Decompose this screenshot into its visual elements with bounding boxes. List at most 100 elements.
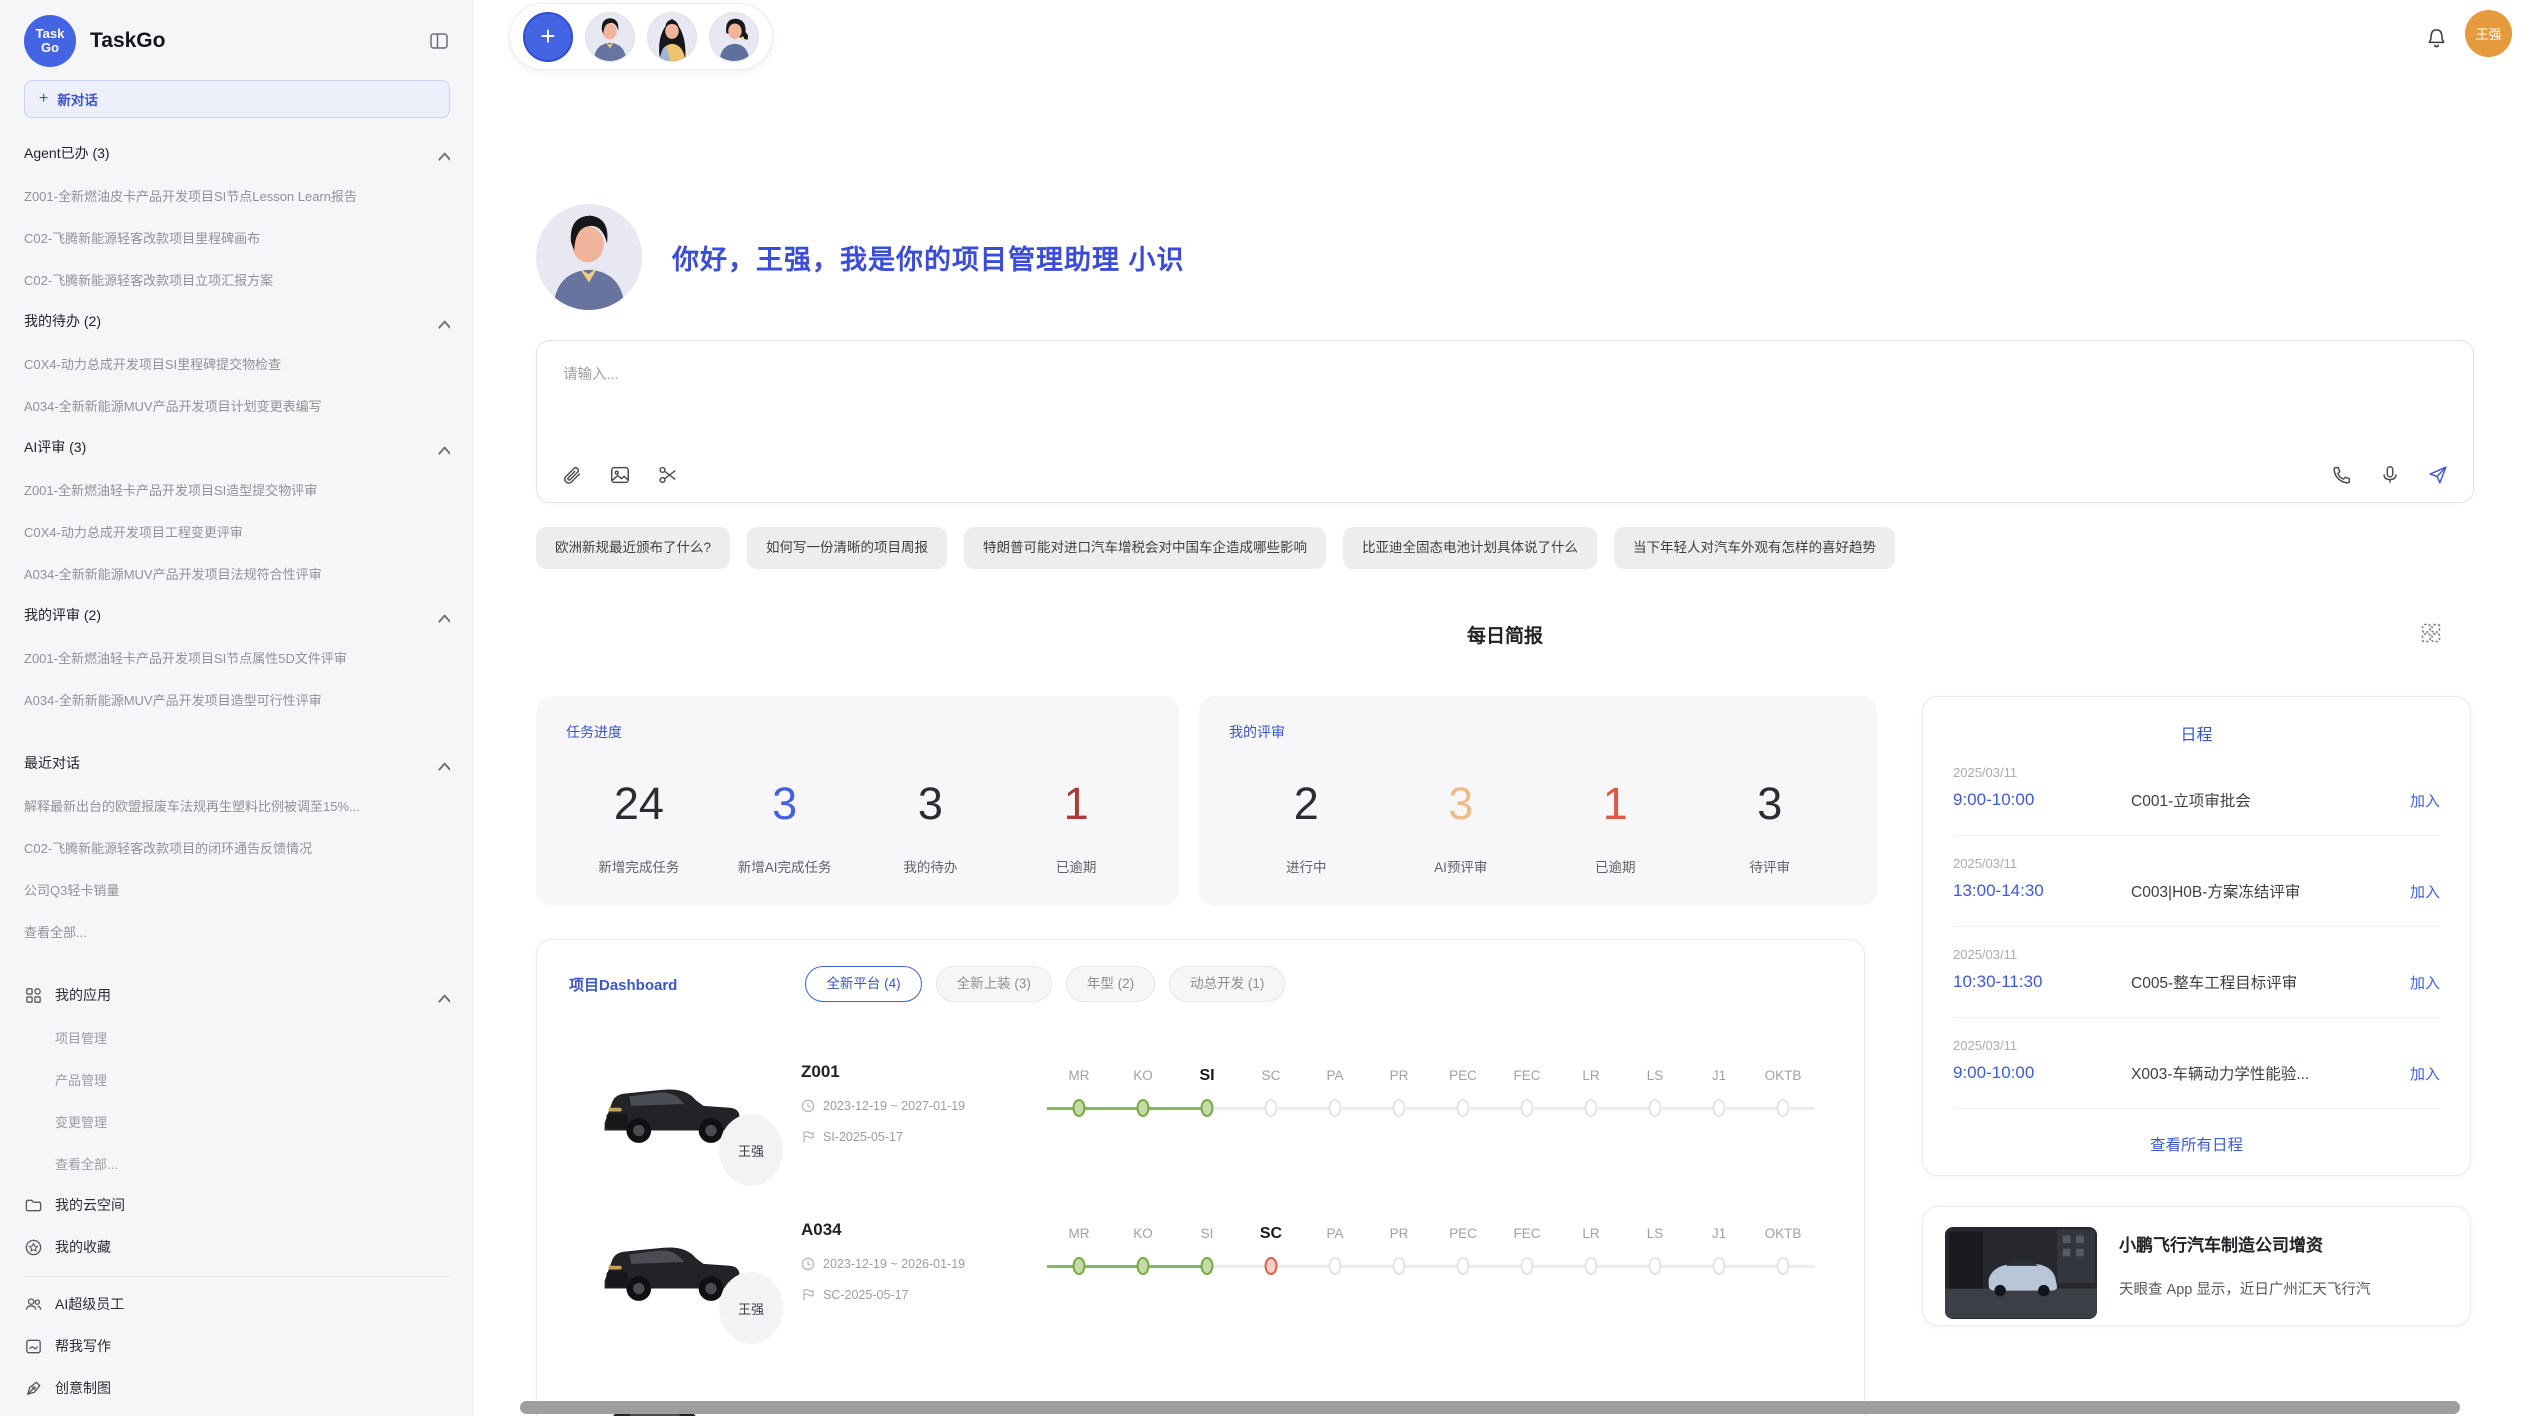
chevron-up-icon[interactable]	[434, 145, 450, 161]
view-all-schedule-link[interactable]: 查看所有日程	[1953, 1133, 2440, 1155]
list-item[interactable]: Z001-全新燃油轻卡产品开发项目SI造型提交物评审	[24, 468, 450, 510]
chevron-up-icon[interactable]	[434, 439, 450, 455]
stat-value: 3	[1384, 778, 1539, 830]
phone-call-icon[interactable]	[2331, 464, 2353, 486]
suggestion-chip[interactable]: 欧洲新规最近颁布了什么?	[536, 527, 730, 569]
suggestion-chip[interactable]: 当下年轻人对汽车外观有怎样的喜好趋势	[1614, 527, 1895, 569]
sidebar-scroll-area[interactable]: Agent已办 (3) Z001-全新燃油皮卡产品开发项目SI节点Lesson …	[24, 132, 450, 1406]
project-image: 王强	[597, 1216, 749, 1318]
sidebar-item-creative-drawing[interactable]: 创意制图	[24, 1367, 450, 1406]
attachment-icon[interactable]	[561, 464, 583, 486]
section-recent-chats[interactable]: 最近对话	[24, 742, 450, 784]
notification-bell-icon[interactable]	[2425, 27, 2448, 50]
milestone-dot	[1521, 1257, 1534, 1275]
section-agent-done[interactable]: Agent已办 (3)	[24, 132, 450, 174]
join-button[interactable]: 加入	[2410, 881, 2440, 902]
milestone-dot	[1073, 1257, 1086, 1275]
schedule-date: 2025/03/11	[1953, 856, 2440, 871]
milestone-dot	[1073, 1099, 1086, 1117]
send-icon[interactable]	[2427, 464, 2449, 486]
milestone-dot	[1137, 1257, 1150, 1275]
list-item[interactable]: C0X4-动力总成开发项目SI里程碑提交物检查	[24, 342, 450, 384]
milestone-label: J1	[1687, 1064, 1751, 1088]
list-item[interactable]: C0X4-动力总成开发项目工程变更评审	[24, 510, 450, 552]
list-item[interactable]: 公司Q3轻卡销量	[24, 868, 450, 910]
list-item[interactable]: C02-飞腾新能源轻客改款项目里程碑画布	[24, 216, 450, 258]
list-item[interactable]: Z001-全新燃油皮卡产品开发项目SI节点Lesson Learn报告	[24, 174, 450, 216]
schedule-date: 2025/03/11	[1953, 947, 2440, 962]
milestone-label: OKTB	[1751, 1064, 1815, 1088]
view-all-apps[interactable]: 查看全部...	[24, 1142, 450, 1184]
tab-model-year[interactable]: 年型 (2)	[1066, 966, 1155, 1002]
list-item[interactable]: Z001-全新燃油轻卡产品开发项目SI节点属性5D文件评审	[24, 636, 450, 678]
milestone-track: MR KO SI SC PA PR PEC FEC LR LS J1 OKTB	[1047, 1222, 1815, 1286]
avatar[interactable]	[647, 12, 697, 62]
suggestion-chip[interactable]: 比亚迪全固态电池计划具体说了什么	[1343, 527, 1597, 569]
chevron-up-icon[interactable]	[434, 987, 450, 1003]
sidebar-item-favorites[interactable]: 我的收藏	[24, 1226, 450, 1268]
add-agent-button[interactable]: +	[523, 12, 573, 62]
list-item[interactable]: C02-飞腾新能源轻客改款项目立项汇报方案	[24, 258, 450, 300]
sidebar-item-my-apps[interactable]: 我的应用	[24, 974, 450, 1016]
sidebar-collapse-icon[interactable]	[428, 30, 450, 52]
list-item[interactable]: A034-全新新能源MUV产品开发项目法规符合性评审	[24, 552, 450, 594]
join-button[interactable]: 加入	[2410, 790, 2440, 811]
horizontal-scrollbar[interactable]	[520, 1401, 2460, 1414]
chevron-up-icon[interactable]	[434, 313, 450, 329]
message-composer[interactable]: 请输入...	[536, 340, 2474, 503]
sidebar-item-help-writing[interactable]: 帮我写作	[24, 1325, 450, 1367]
milestone-dot	[1649, 1257, 1662, 1275]
project-flag-date: SC-2025-05-17	[823, 1288, 908, 1302]
avatar[interactable]	[585, 12, 635, 62]
join-button[interactable]: 加入	[2410, 1063, 2440, 1084]
sidebar-item-product-mgmt[interactable]: 产品管理	[24, 1058, 450, 1100]
stat-value: 1	[1538, 778, 1693, 830]
avatar[interactable]	[709, 12, 759, 62]
layout-grid-icon[interactable]	[2420, 622, 2442, 644]
section-my-todo[interactable]: 我的待办 (2)	[24, 300, 450, 342]
section-ai-review[interactable]: AI评审 (3)	[24, 426, 450, 468]
list-item[interactable]: A034-全新新能源MUV产品开发项目计划变更表编写	[24, 384, 450, 426]
sidebar-item-change-mgmt[interactable]: 变更管理	[24, 1100, 450, 1142]
milestone-dot	[1201, 1099, 1214, 1117]
milestone-label: MR	[1047, 1064, 1111, 1088]
suggestion-chip[interactable]: 特朗普可能对进口汽车增税会对中国车企造成哪些影响	[964, 527, 1326, 569]
project-owner-badge: 王强	[719, 1272, 783, 1344]
image-icon[interactable]	[609, 464, 631, 486]
microphone-icon[interactable]	[2379, 464, 2401, 486]
schedule-item: 2025/03/11 9:00-10:00 C001-立项审批会 加入	[1953, 745, 2440, 836]
join-button[interactable]: 加入	[2410, 972, 2440, 993]
greeting-text: 你好，王强，我是你的项目管理助理 小识	[672, 238, 1185, 277]
chevron-up-icon[interactable]	[434, 607, 450, 623]
new-chat-button[interactable]: + 新对话	[24, 80, 450, 118]
tab-new-platform[interactable]: 全新平台 (4)	[805, 966, 921, 1002]
stat-value: 1	[1003, 778, 1149, 830]
sidebar-item-cloud-space[interactable]: 我的云空间	[24, 1184, 450, 1226]
app-logo: Task Go	[24, 15, 76, 67]
section-my-review[interactable]: 我的评审 (2)	[24, 594, 450, 636]
sidebar-item-ai-super-staff[interactable]: AI超级员工	[24, 1283, 450, 1325]
user-avatar[interactable]: 王强	[2465, 10, 2512, 57]
list-item[interactable]: A034-全新新能源MUV产品开发项目造型可行性评审	[24, 678, 450, 720]
my-review-card: 我的评审 2进行中 3AI预评审 1已逾期 3待评审	[1199, 696, 1877, 906]
view-all-chats[interactable]: 查看全部...	[24, 910, 450, 952]
suggestion-chip[interactable]: 如何写一份清晰的项目周报	[747, 527, 947, 569]
suggestion-chips: 欧洲新规最近颁布了什么? 如何写一份清晰的项目周报 特朗普可能对进口汽车增税会对…	[536, 527, 2474, 569]
milestone-dot	[1201, 1257, 1214, 1275]
project-row[interactable]: 王强 Z001 2023-12-19 ~ 2027-01-19 SI-2025-…	[569, 1058, 1832, 1160]
scissors-icon[interactable]	[657, 464, 679, 486]
tab-powertrain[interactable]: 动总开发 (1)	[1169, 966, 1285, 1002]
people-icon	[24, 1295, 43, 1314]
list-item[interactable]: C02-飞腾新能源轻客改款项目的闭环通告反馈情况	[24, 826, 450, 868]
sidebar-item-project-mgmt[interactable]: 项目管理	[24, 1016, 450, 1058]
dashboard-tabs: 全新平台 (4) 全新上装 (3) 年型 (2) 动总开发 (1)	[805, 966, 1285, 1002]
news-card[interactable]: 小鹏飞行汽车制造公司增资 天眼查 App 显示，近日广州汇天飞行汽	[1922, 1206, 2471, 1326]
tab-new-body[interactable]: 全新上装 (3)	[936, 966, 1052, 1002]
schedule-name: C005-整车工程目标评审	[2131, 971, 2410, 993]
project-code: Z001	[801, 1062, 1039, 1082]
list-item[interactable]: 解释最新出台的欧盟报废车法规再生塑料比例被调至15%...	[24, 784, 450, 826]
app-title: TaskGo	[90, 29, 428, 53]
chevron-up-icon[interactable]	[434, 755, 450, 771]
project-row[interactable]: 王强 A034 2023-12-19 ~ 2026-01-19 SC-2025-…	[569, 1216, 1832, 1318]
project-dates: 2023-12-19 ~ 2026-01-19	[823, 1257, 965, 1271]
